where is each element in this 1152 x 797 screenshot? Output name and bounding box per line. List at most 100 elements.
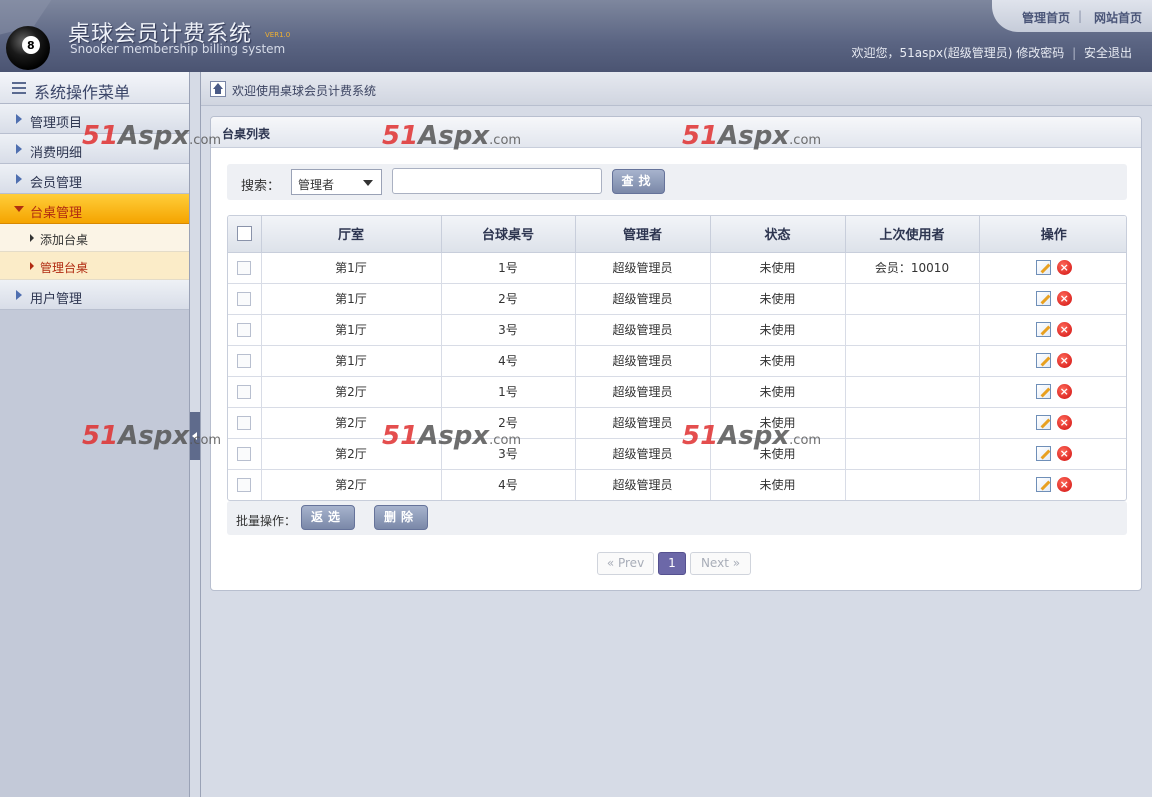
column-header: 台球桌号 (441, 216, 576, 253)
sidebar-subitem-label: 添加台桌 (40, 233, 89, 247)
delete-icon[interactable]: × (1056, 291, 1072, 306)
chevron-right-icon (16, 144, 22, 154)
caret-right-icon (30, 262, 34, 270)
welcome-text: 欢迎您，51aspx(超级管理员) (851, 46, 1013, 60)
row-checkbox[interactable] (237, 322, 252, 337)
sidebar-subitem-manage-tables[interactable]: 管理台桌 (0, 252, 189, 280)
edit-icon[interactable] (1035, 415, 1051, 430)
table-list-panel: 台桌列表 搜索： 管理者 查找 厅室 台球桌号 管理者 状态 上次使用者 操作 (210, 116, 1142, 591)
home-icon[interactable] (210, 81, 226, 97)
table-row: 第1厅 1号 超级管理员 未使用 会员：10010 × (228, 252, 1126, 284)
sidebar-item-label: 消费明细 (30, 146, 83, 161)
invert-select-button[interactable]: 返选 (301, 505, 355, 530)
table-cell: 2号 (441, 283, 576, 315)
column-header: 上次使用者 (845, 216, 980, 253)
search-label: 搜索： (241, 179, 281, 194)
table-cell (845, 407, 980, 439)
select-value: 管理者 (298, 178, 335, 192)
table-cell: 3号 (441, 314, 576, 346)
sidebar-item-users[interactable]: 用户管理 (0, 280, 189, 310)
batch-delete-button[interactable]: 删除 (374, 505, 428, 530)
next-page-button[interactable]: Next » (690, 552, 751, 575)
table-cell: 超级管理员 (575, 438, 711, 470)
panel-header: 台桌列表 (211, 117, 1141, 148)
sidebar-subitem-add-table[interactable]: 添加台桌 (0, 224, 189, 252)
version-label: VER1.0 (265, 31, 291, 39)
table-cell: 第2厅 (261, 469, 442, 500)
sidebar-subitem-label: 管理台桌 (40, 261, 89, 275)
link-separator: | (1078, 9, 1083, 23)
table-cell: 未使用 (710, 314, 846, 346)
delete-icon[interactable]: × (1056, 415, 1072, 430)
sidebar-item-tables[interactable]: 台桌管理 (0, 194, 189, 224)
row-checkbox[interactable] (237, 353, 252, 368)
table-cell: 第1厅 (261, 283, 442, 315)
app-header: 8 桌球会员计费系统 VER1.0 Snooker membership bil… (0, 0, 1152, 72)
table-row: 第2厅 3号 超级管理员 未使用 × (228, 438, 1126, 470)
chevron-right-icon (16, 114, 22, 124)
row-checkbox[interactable] (237, 384, 252, 399)
table-cell: 未使用 (710, 407, 846, 439)
sidebar-title: 系统操作菜单 (34, 83, 131, 102)
table-row: 第2厅 1号 超级管理员 未使用 × (228, 376, 1126, 408)
delete-icon[interactable]: × (1056, 353, 1072, 368)
edit-icon[interactable] (1035, 446, 1051, 461)
column-header: 厅室 (261, 216, 442, 253)
edit-icon[interactable] (1035, 384, 1051, 399)
table-cell: 超级管理员 (575, 314, 711, 346)
table-cell: 第1厅 (261, 314, 442, 346)
row-checkbox[interactable] (237, 260, 252, 275)
delete-icon[interactable]: × (1056, 384, 1072, 399)
chevron-right-icon (16, 290, 22, 300)
edit-icon[interactable] (1035, 260, 1051, 275)
delete-icon[interactable]: × (1056, 260, 1072, 275)
table-cell: 超级管理员 (575, 345, 711, 377)
column-header: 管理者 (575, 216, 711, 253)
row-checkbox[interactable] (237, 291, 252, 306)
select-all-checkbox[interactable] (236, 226, 252, 242)
menu-icon (12, 82, 26, 94)
prev-page-button[interactable]: « Prev (597, 552, 654, 575)
row-checkbox[interactable] (237, 478, 252, 492)
search-field-select[interactable]: 管理者 (291, 169, 382, 195)
actions-cell: × (979, 252, 1126, 284)
page-1-button[interactable]: 1 (658, 552, 686, 575)
batch-bar: 批量操作： 返选 删除 (227, 501, 1127, 535)
table-cell: 第2厅 (261, 376, 442, 408)
site-home-link[interactable]: 网站首页 (1094, 9, 1142, 26)
sidebar-item-manage-projects[interactable]: 管理项目 (0, 104, 189, 134)
table-cell: 会员：10010 (845, 252, 980, 284)
separator: | (1072, 46, 1077, 60)
delete-icon[interactable]: × (1056, 322, 1072, 337)
search-input[interactable] (392, 168, 602, 194)
table-cell: 3号 (441, 438, 576, 470)
batch-label: 批量操作： (236, 514, 297, 528)
edit-icon[interactable] (1035, 322, 1051, 337)
sidebar-collapse-handle[interactable] (190, 412, 200, 460)
edit-icon[interactable] (1035, 477, 1051, 493)
edit-icon[interactable] (1035, 353, 1051, 368)
delete-icon[interactable]: × (1056, 477, 1072, 493)
sidebar-item-label: 用户管理 (30, 292, 83, 307)
divider (200, 72, 201, 797)
svg-text:8: 8 (27, 39, 35, 52)
table-row: 第2厅 2号 超级管理员 未使用 × (228, 407, 1126, 439)
edit-icon[interactable] (1035, 291, 1051, 306)
sidebar-item-label: 台桌管理 (30, 206, 83, 221)
delete-icon[interactable]: × (1056, 446, 1072, 461)
actions-cell: × (979, 407, 1126, 439)
table-cell: 2号 (441, 407, 576, 439)
table-cell: 第2厅 (261, 407, 442, 439)
table-cell: 超级管理员 (575, 469, 711, 500)
table-cell: 未使用 (710, 469, 846, 500)
logout-link[interactable]: 安全退出 (1084, 46, 1132, 60)
table-cell: 未使用 (710, 252, 846, 284)
search-button[interactable]: 查找 (612, 169, 665, 194)
sidebar-item-consumption[interactable]: 消费明细 (0, 134, 189, 164)
row-checkbox[interactable] (237, 446, 252, 461)
change-password-link[interactable]: 修改密码 (1016, 46, 1064, 60)
sidebar-item-members[interactable]: 会员管理 (0, 164, 189, 194)
row-checkbox[interactable] (237, 415, 252, 430)
app-subtitle: Snooker membership billing system (70, 42, 286, 56)
admin-home-link[interactable]: 管理首页 (1022, 9, 1070, 26)
